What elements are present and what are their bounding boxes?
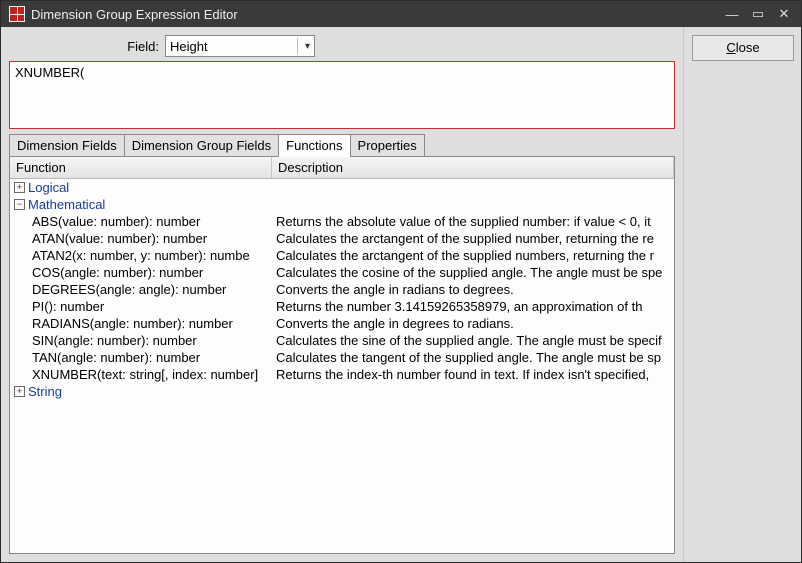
function-row[interactable]: ATAN2(x: number, y: number): numbe Calcu…	[10, 247, 674, 264]
expand-icon[interactable]: +	[14, 386, 25, 397]
function-row[interactable]: RADIANS(angle: number): number Converts …	[10, 315, 674, 332]
function-name: TAN(angle: number): number	[32, 350, 200, 365]
window-title: Dimension Group Expression Editor	[31, 7, 719, 22]
function-desc: Returns the index-th number found in tex…	[272, 366, 674, 383]
collapse-icon[interactable]: −	[14, 199, 25, 210]
function-row[interactable]: COS(angle: number): number Calculates th…	[10, 264, 674, 281]
function-name: COS(angle: number): number	[32, 265, 203, 280]
function-name: XNUMBER(text: string[, index: number]	[32, 367, 258, 382]
titlebar: Dimension Group Expression Editor — ▭ ✕	[1, 1, 801, 27]
window: Dimension Group Expression Editor — ▭ ✕ …	[0, 0, 802, 563]
function-desc: Calculates the sine of the supplied angl…	[272, 332, 674, 349]
function-row[interactable]: ABS(value: number): number Returns the a…	[10, 213, 674, 230]
category-mathematical[interactable]: − Mathematical	[10, 196, 674, 213]
tab-dimension-group-fields[interactable]: Dimension Group Fields	[124, 134, 279, 157]
function-desc: Calculates the cosine of the supplied an…	[272, 264, 674, 281]
category-label: String	[28, 384, 62, 399]
close-button[interactable]: Close	[692, 35, 794, 61]
combo-divider	[297, 38, 298, 54]
function-desc: Returns the number 3.14159265358979, an …	[272, 298, 674, 315]
expression-input[interactable]	[9, 61, 675, 129]
close-window-button[interactable]: ✕	[771, 4, 797, 24]
function-row[interactable]: DEGREES(angle: angle): number Converts t…	[10, 281, 674, 298]
field-row: Field: Height ▾	[9, 35, 675, 57]
field-label: Field:	[9, 39, 159, 54]
functions-grid: Function Description + Logical − Mathema…	[9, 156, 675, 554]
function-name: RADIANS(angle: number): number	[32, 316, 233, 331]
function-name: DEGREES(angle: angle): number	[32, 282, 226, 297]
left-pane: Field: Height ▾ Dimension Fields Dimensi…	[1, 27, 683, 562]
category-label: Mathematical	[28, 197, 105, 212]
minimize-button[interactable]: —	[719, 4, 745, 24]
function-desc: Calculates the arctangent of the supplie…	[272, 230, 674, 247]
chevron-down-icon: ▾	[305, 41, 310, 52]
function-desc: Converts the angle in degrees to radians…	[272, 315, 674, 332]
category-logical[interactable]: + Logical	[10, 179, 674, 196]
function-row[interactable]: PI(): number Returns the number 3.141592…	[10, 298, 674, 315]
function-desc: Calculates the tangent of the supplied a…	[272, 349, 674, 366]
function-name: ABS(value: number): number	[32, 214, 200, 229]
tab-dimension-fields[interactable]: Dimension Fields	[9, 134, 125, 157]
category-string[interactable]: + String	[10, 383, 674, 400]
function-name: SIN(angle: number): number	[32, 333, 197, 348]
function-name: ATAN2(x: number, y: number): numbe	[32, 248, 250, 263]
category-label: Logical	[28, 180, 69, 195]
function-desc: Converts the angle in radians to degrees…	[272, 281, 674, 298]
app-icon	[9, 6, 25, 22]
tabstrip: Dimension Fields Dimension Group Fields …	[9, 133, 675, 156]
grid-header: Function Description	[10, 157, 674, 179]
function-row[interactable]: XNUMBER(text: string[, index: number] Re…	[10, 366, 674, 383]
function-row[interactable]: TAN(angle: number): number Calculates th…	[10, 349, 674, 366]
function-name: PI(): number	[32, 299, 104, 314]
tab-functions[interactable]: Functions	[278, 134, 350, 157]
maximize-button[interactable]: ▭	[745, 4, 771, 24]
function-row[interactable]: SIN(angle: number): number Calculates th…	[10, 332, 674, 349]
tab-properties[interactable]: Properties	[350, 134, 425, 157]
right-pane: Close	[683, 27, 801, 562]
field-combo[interactable]: Height ▾	[165, 35, 315, 57]
col-header-description[interactable]: Description	[272, 157, 674, 178]
field-combo-value: Height	[170, 39, 208, 54]
expand-icon[interactable]: +	[14, 182, 25, 193]
grid-body[interactable]: + Logical − Mathematical ABS(value: numb…	[10, 179, 674, 553]
client-area: Field: Height ▾ Dimension Fields Dimensi…	[1, 27, 801, 562]
function-desc: Returns the absolute value of the suppli…	[272, 213, 674, 230]
function-name: ATAN(value: number): number	[32, 231, 207, 246]
col-header-function[interactable]: Function	[10, 157, 272, 178]
function-row[interactable]: ATAN(value: number): number Calculates t…	[10, 230, 674, 247]
function-desc: Calculates the arctangent of the supplie…	[272, 247, 674, 264]
